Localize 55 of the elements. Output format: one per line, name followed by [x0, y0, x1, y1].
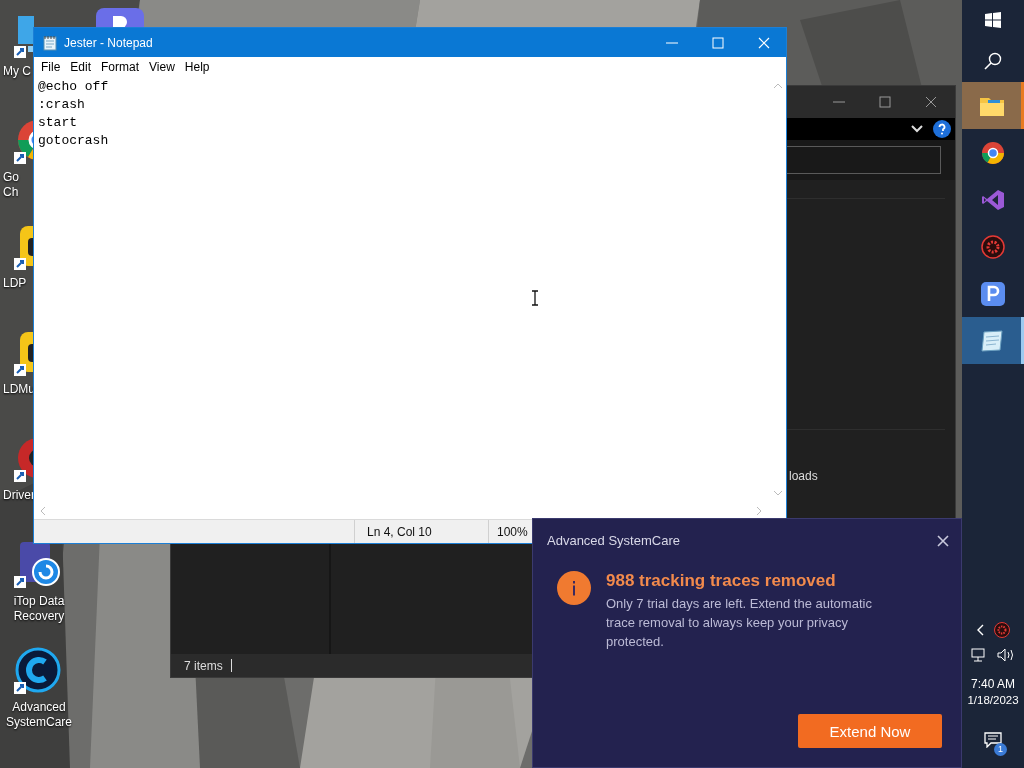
close-icon[interactable]	[925, 96, 937, 108]
shortcut-label[interactable]: LDP	[0, 276, 27, 291]
gear-icon	[981, 234, 1005, 259]
text-line: start	[38, 114, 78, 132]
network-icon[interactable]	[971, 648, 987, 662]
clock-time[interactable]: 7:40 AM	[971, 676, 1015, 692]
text-field[interactable]	[786, 146, 941, 174]
itop-shortcut-icon[interactable]	[14, 540, 62, 588]
shortcut-label[interactable]: iTop Data Recovery	[0, 594, 78, 624]
menu-item[interactable]: Help	[179, 60, 215, 74]
text-line: @echo off	[38, 78, 110, 96]
folder-label[interactable]: loads	[789, 469, 818, 483]
cursor-position: Ln 4, Col 10	[354, 520, 488, 543]
clock-date[interactable]: 1/18/2023	[967, 692, 1019, 708]
menu-item[interactable]: Edit	[65, 60, 97, 74]
app-name: Advanced SystemCare	[547, 533, 680, 548]
text-line: :crash	[38, 96, 86, 114]
action-center-button[interactable]: 1	[973, 720, 1013, 760]
folder-icon	[979, 95, 1004, 116]
notepad-icon	[979, 329, 1004, 352]
notification-message: Only 7 trial days are left. Extend the automatic trace removal to always keep your privacy protected.	[606, 595, 873, 651]
text-editor[interactable]: @echo off :crash start gotocrash	[34, 77, 769, 502]
notification-badge: 1	[994, 743, 1007, 756]
gear-icon[interactable]	[994, 622, 1010, 638]
info-icon	[557, 571, 591, 605]
help-icon[interactable]	[933, 120, 951, 138]
menu-item[interactable]: View	[144, 60, 180, 74]
message-icon	[984, 732, 1002, 748]
shortcut-label[interactable]: Advanced SystemCare	[0, 700, 78, 730]
asc-shortcut-icon[interactable]	[14, 646, 62, 694]
chrome-icon	[981, 140, 1005, 165]
search-icon[interactable]	[984, 52, 1002, 70]
text-line: gotocrash	[38, 132, 110, 150]
maximize-icon[interactable]	[879, 96, 891, 108]
status-text: 7 items	[184, 658, 223, 673]
window-title: Jester - Notepad	[64, 35, 154, 50]
infinity-ribbon-icon	[981, 187, 1005, 212]
notepad-taskbar-button[interactable]	[962, 317, 1024, 364]
shortcut-label[interactable]: Go Ch	[0, 170, 19, 200]
notification-heading: 988 tracking traces removed	[606, 570, 837, 592]
chevron-left-icon[interactable]	[976, 624, 984, 636]
p-app-icon	[981, 281, 1005, 306]
text-cursor-icon	[531, 290, 539, 306]
app-icon[interactable]	[96, 8, 144, 28]
start-icon[interactable]	[985, 12, 1001, 28]
menu-item[interactable]: Format	[96, 60, 145, 74]
shortcut-label[interactable]: Driver	[0, 488, 35, 503]
zoom-level: 100%	[488, 520, 528, 543]
close-icon[interactable]	[937, 534, 949, 547]
shortcut-label[interactable]: My C	[0, 64, 31, 79]
explorer-taskbar-button[interactable]	[962, 82, 1024, 129]
volume-icon[interactable]	[997, 648, 1015, 662]
notepad-icon	[42, 34, 58, 51]
chevron-down-icon[interactable]	[911, 125, 923, 133]
menu-item[interactable]: File	[36, 60, 66, 74]
